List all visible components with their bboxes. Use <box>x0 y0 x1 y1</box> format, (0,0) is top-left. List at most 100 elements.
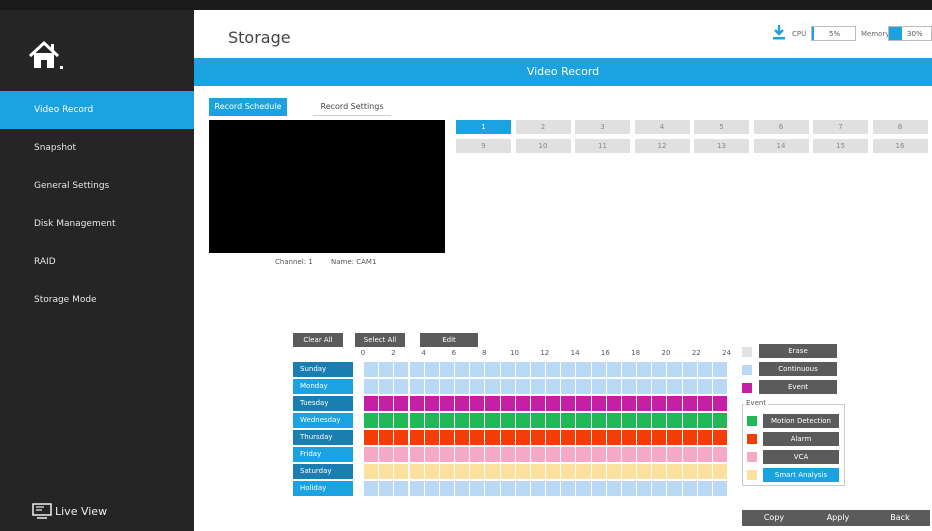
schedule-cell[interactable] <box>560 379 576 394</box>
schedule-cell[interactable] <box>575 447 591 462</box>
schedule-cell[interactable] <box>438 362 454 377</box>
schedule-row-saturday[interactable] <box>363 464 728 479</box>
schedule-cell[interactable] <box>469 362 485 377</box>
schedule-cell[interactable] <box>651 481 667 496</box>
schedule-cell[interactable] <box>484 396 500 411</box>
schedule-cell[interactable] <box>529 464 546 479</box>
schedule-cell[interactable] <box>454 481 470 496</box>
schedule-cell[interactable] <box>423 362 439 377</box>
schedule-cell[interactable] <box>590 447 606 462</box>
schedule-cell[interactable] <box>636 430 652 445</box>
schedule-cell[interactable] <box>620 379 637 394</box>
schedule-cell[interactable] <box>514 413 530 428</box>
schedule-cell[interactable] <box>393 464 409 479</box>
schedule-cell[interactable] <box>681 379 697 394</box>
channel-button-16[interactable]: 16 <box>872 139 928 153</box>
schedule-cell[interactable] <box>469 464 485 479</box>
schedule-row-tuesday[interactable] <box>363 396 728 411</box>
schedule-cell[interactable] <box>363 447 379 462</box>
channel-button-15[interactable]: 15 <box>813 139 868 153</box>
schedule-cell[interactable] <box>378 464 394 479</box>
schedule-cell[interactable] <box>423 481 439 496</box>
schedule-cell[interactable] <box>605 447 621 462</box>
schedule-cell[interactable] <box>696 413 712 428</box>
schedule-cell[interactable] <box>560 362 576 377</box>
schedule-cell[interactable] <box>575 464 591 479</box>
schedule-cell[interactable] <box>666 481 682 496</box>
schedule-cell[interactable] <box>454 430 470 445</box>
schedule-cell[interactable] <box>545 379 561 394</box>
schedule-cell[interactable] <box>529 430 546 445</box>
channel-button-13[interactable]: 13 <box>694 139 749 153</box>
schedule-cell[interactable] <box>696 481 712 496</box>
schedule-cell[interactable] <box>605 430 621 445</box>
schedule-cell[interactable] <box>378 379 394 394</box>
schedule-cell[interactable] <box>590 464 606 479</box>
schedule-cell[interactable] <box>484 464 500 479</box>
schedule-cell[interactable] <box>363 464 379 479</box>
channel-button-6[interactable]: 6 <box>753 120 809 134</box>
schedule-cell[interactable] <box>469 379 485 394</box>
schedule-cell[interactable] <box>575 481 591 496</box>
schedule-cell[interactable] <box>636 481 652 496</box>
schedule-cell[interactable] <box>711 413 728 428</box>
schedule-cell[interactable] <box>499 396 515 411</box>
schedule-cell[interactable] <box>575 413 591 428</box>
live-view-button[interactable]: Live View <box>32 500 107 522</box>
schedule-cell[interactable] <box>514 481 530 496</box>
channel-button-5[interactable]: 5 <box>694 120 749 134</box>
schedule-cell[interactable] <box>438 464 454 479</box>
schedule-cell[interactable] <box>545 413 561 428</box>
schedule-cell[interactable] <box>620 464 637 479</box>
schedule-row-wednesday[interactable] <box>363 413 728 428</box>
schedule-cell[interactable] <box>666 413 682 428</box>
schedule-cell[interactable] <box>423 430 439 445</box>
schedule-cell[interactable] <box>560 413 576 428</box>
channel-button-11[interactable]: 11 <box>575 139 630 153</box>
schedule-cell[interactable] <box>378 481 394 496</box>
schedule-cell[interactable] <box>469 447 485 462</box>
schedule-cell[interactable] <box>454 379 470 394</box>
schedule-cell[interactable] <box>514 362 530 377</box>
schedule-cell[interactable] <box>393 379 409 394</box>
schedule-row-thursday[interactable] <box>363 430 728 445</box>
schedule-cell[interactable] <box>408 481 424 496</box>
schedule-cell[interactable] <box>605 413 621 428</box>
erase-button[interactable]: Erase <box>759 344 837 358</box>
schedule-cell[interactable] <box>484 362 500 377</box>
channel-button-4[interactable]: 4 <box>634 120 690 134</box>
day-label-saturday[interactable]: Saturday <box>293 464 353 479</box>
schedule-cell[interactable] <box>590 481 606 496</box>
schedule-cell[interactable] <box>696 379 712 394</box>
schedule-cell[interactable] <box>529 447 546 462</box>
schedule-cell[interactable] <box>590 430 606 445</box>
channel-button-9[interactable]: 9 <box>456 139 511 153</box>
schedule-cell[interactable] <box>666 379 682 394</box>
channel-button-8[interactable]: 8 <box>872 120 928 134</box>
day-label-wednesday[interactable]: Wednesday <box>293 413 353 428</box>
schedule-cell[interactable] <box>651 362 667 377</box>
schedule-cell[interactable] <box>636 396 652 411</box>
schedule-cell[interactable] <box>438 379 454 394</box>
schedule-cell[interactable] <box>408 379 424 394</box>
schedule-cell[interactable] <box>696 464 712 479</box>
schedule-cell[interactable] <box>711 379 728 394</box>
schedule-cell[interactable] <box>529 396 546 411</box>
schedule-cell[interactable] <box>666 362 682 377</box>
channel-button-1[interactable]: 1 <box>456 120 511 134</box>
channel-button-3[interactable]: 3 <box>575 120 630 134</box>
schedule-cell[interactable] <box>666 464 682 479</box>
schedule-cell[interactable] <box>620 396 637 411</box>
schedule-cell[interactable] <box>438 481 454 496</box>
schedule-cell[interactable] <box>514 379 530 394</box>
schedule-cell[interactable] <box>575 430 591 445</box>
schedule-cell[interactable] <box>393 413 409 428</box>
schedule-cell[interactable] <box>711 464 728 479</box>
schedule-cell[interactable] <box>454 447 470 462</box>
schedule-grid[interactable] <box>363 362 728 497</box>
schedule-cell[interactable] <box>711 362 728 377</box>
clear-all-button[interactable]: Clear All <box>293 333 343 347</box>
schedule-cell[interactable] <box>423 396 439 411</box>
schedule-cell[interactable] <box>454 413 470 428</box>
schedule-cell[interactable] <box>529 379 546 394</box>
